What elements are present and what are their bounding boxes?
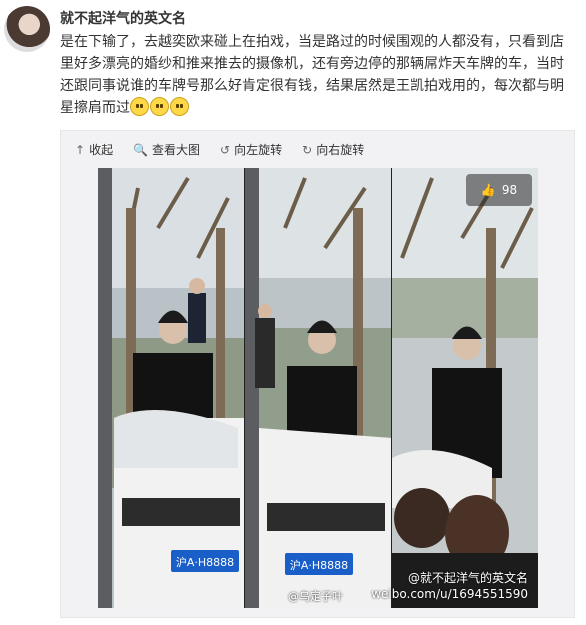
username[interactable]: 就不起洋气的英文名 <box>60 8 186 28</box>
like-button[interactable]: 👍 98 <box>466 174 532 206</box>
photo-frame-1: 沪A·H8888 <box>98 168 245 608</box>
watermark-url: weibo.com/u/1694551590 <box>371 587 528 601</box>
photo-frame-2: 沪A·H8888 <box>245 168 392 608</box>
watermark: @就不起洋气的英文名 weibo.com/u/1694551590 <box>371 570 528 602</box>
zoom-icon: 🔍 <box>133 142 149 157</box>
photo-frame-3 <box>392 168 538 608</box>
rotate-right-label: 向右旋转 <box>316 143 365 157</box>
license-plate-text: 沪A·H8888 <box>176 555 234 569</box>
smile-emoji-icon <box>130 97 149 116</box>
post-text: 是在下输了，去越奕欧来碰上在拍戏，当是路过的时候围观的人都没有，只看到店里好多漂… <box>60 31 575 119</box>
media-toolbar: ↑ 收起 🔍 查看大图 ↺ 向左旋转 ↻ 向右旋转 <box>75 141 364 158</box>
rotate-left-icon: ↺ <box>220 142 231 157</box>
like-count: 98 <box>501 183 518 197</box>
rotate-right-icon: ↻ <box>302 142 313 157</box>
license-plate-text: 沪A·H8888 <box>290 558 348 572</box>
collapse-label: 收起 <box>89 143 114 157</box>
smile-emoji-icon <box>170 97 189 116</box>
rotate-right-button[interactable]: ↻ 向右旋转 <box>302 141 364 158</box>
smile-emoji-icon <box>150 97 169 116</box>
thumbs-up-icon: 👍 <box>480 183 496 197</box>
arrow-up-icon: ↑ <box>75 142 86 157</box>
rotate-left-label: 向左旋转 <box>234 143 283 157</box>
user-avatar[interactable] <box>4 6 50 52</box>
rotate-left-button[interactable]: ↺ 向左旋转 <box>220 141 282 158</box>
view-large-button[interactable]: 🔍 查看大图 <box>133 141 200 158</box>
post-photo[interactable]: 沪A·H8888 沪A·H8888 👍 98 @乌定子叶 @就不起洋气的英文名 … <box>98 168 538 608</box>
collapse-button[interactable]: ↑ 收起 <box>75 141 113 158</box>
watermark-user: @就不起洋气的英文名 <box>407 571 528 585</box>
photo-credit: @乌定子叶 <box>288 590 343 603</box>
media-viewer: ↑ 收起 🔍 查看大图 ↺ 向左旋转 ↻ 向右旋转 沪A·H8888 沪A·H8… <box>60 130 575 618</box>
view-large-label: 查看大图 <box>152 143 201 157</box>
